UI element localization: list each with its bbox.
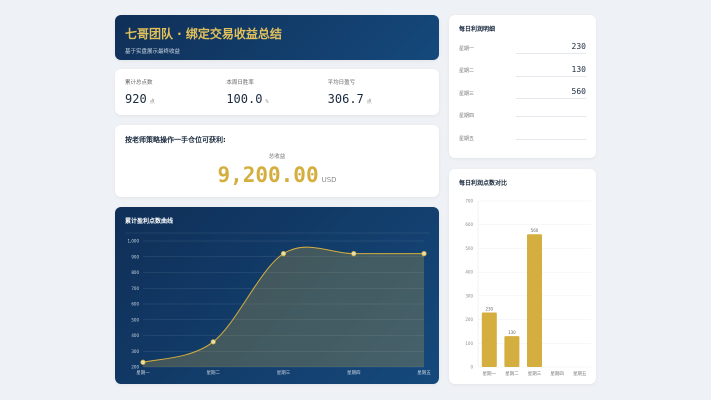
y-tick-label: 300 bbox=[465, 293, 473, 298]
stat-label: 本周日胜率 bbox=[226, 80, 254, 86]
y-tick-label: 400 bbox=[131, 333, 139, 338]
data-point bbox=[210, 339, 216, 345]
bar bbox=[481, 312, 497, 367]
data-label: 230 bbox=[485, 306, 493, 311]
daily-value bbox=[516, 137, 586, 140]
x-tick-label: 星期五 bbox=[573, 371, 587, 377]
y-tick-label: 1,000 bbox=[128, 239, 140, 244]
x-tick-label: 星期四 bbox=[550, 371, 564, 377]
x-tick-label: 星期二 bbox=[505, 371, 519, 377]
total-profit-card: 按老师策略操作一手仓位可获利: 总收益 9,200.00 USD bbox=[115, 125, 439, 197]
y-tick-label: 200 bbox=[131, 365, 139, 370]
header-banner: 七哥团队 · 绑定交易收益总结 基于实盘展示最终收益 bbox=[115, 15, 439, 60]
y-tick-label: 700 bbox=[465, 199, 473, 204]
daily-value: 130 bbox=[516, 65, 586, 77]
bar bbox=[527, 234, 542, 367]
page-subtitle: 基于实盘展示最终收益 bbox=[125, 49, 181, 55]
daily-day: 星期五 bbox=[459, 135, 475, 142]
y-tick-label: 100 bbox=[465, 341, 473, 346]
y-tick-label: 800 bbox=[131, 270, 139, 275]
x-tick-label: 星期五 bbox=[417, 370, 431, 376]
stat-label: 累计总点数 bbox=[125, 80, 153, 86]
daily-value: 560 bbox=[516, 87, 586, 100]
stat-avg-daily: 平均日盈亏 306.7 点 bbox=[328, 78, 429, 106]
stat-win-rate: 本周日胜率 100.0% bbox=[226, 78, 327, 106]
y-tick-label: 500 bbox=[131, 317, 139, 322]
line-chart: 200 300 400 500 600 700 800 900 1,000 星期一 星期二 星期三 星期… bbox=[125, 232, 431, 376]
bar-chart-card: 每日利润点数对比 0 100 200 300 400 500 600 700 星期一 230 星期二… bbox=[449, 169, 596, 384]
stat-unit: 点 bbox=[149, 99, 155, 105]
total-unit: USD bbox=[321, 176, 337, 184]
daily-day: 星期四 bbox=[459, 113, 475, 120]
data-label: 560 bbox=[531, 228, 539, 233]
daily-row: 星期二 130 bbox=[459, 60, 586, 83]
total-value: 9,200.00 bbox=[217, 163, 319, 187]
daily-day: 星期三 bbox=[459, 90, 475, 97]
bar bbox=[504, 336, 520, 367]
stat-value: 100.0 bbox=[226, 92, 263, 106]
daily-row: 星期四 bbox=[459, 105, 586, 128]
stat-label: 平均日盈亏 bbox=[327, 80, 356, 86]
y-tick-label: 600 bbox=[131, 302, 139, 307]
data-point bbox=[280, 250, 287, 257]
daily-row: 星期三 560 bbox=[459, 82, 586, 105]
bar-chart: 0 100 200 300 400 500 600 700 星期一 230 星期二 130 星期三 560… bbox=[465, 199, 591, 377]
line-chart-card: 累计盈利点数曲线 200 300 400 500 600 700 800 900 1,000 星期… bbox=[115, 207, 439, 384]
daily-title: 每日利润明细 bbox=[459, 26, 496, 33]
x-tick-label: 星期一 bbox=[483, 371, 497, 377]
x-tick-label: 星期二 bbox=[207, 370, 221, 376]
daily-day: 星期一 bbox=[459, 45, 475, 52]
x-tick-label: 星期三 bbox=[528, 371, 542, 377]
stat-unit: % bbox=[265, 99, 269, 105]
stat-value: 306.7 bbox=[327, 92, 364, 106]
y-tick-label: 700 bbox=[131, 286, 139, 291]
total-label: 总收益 bbox=[268, 154, 286, 160]
daily-value: 230 bbox=[516, 42, 586, 55]
data-point bbox=[140, 359, 146, 365]
y-tick-label: 900 bbox=[131, 254, 139, 259]
daily-day: 星期二 bbox=[459, 68, 475, 75]
x-tick-label: 星期四 bbox=[347, 370, 361, 376]
data-label: 130 bbox=[508, 330, 516, 335]
y-tick-label: 0 bbox=[470, 365, 473, 370]
daily-row: 星期五 bbox=[459, 127, 586, 150]
total-heading: 按老师策略操作一手仓位可获利: bbox=[125, 136, 226, 144]
y-tick-label: 300 bbox=[131, 349, 139, 354]
y-tick-label: 200 bbox=[465, 317, 473, 322]
x-tick-label: 星期三 bbox=[277, 370, 291, 376]
daily-value bbox=[516, 114, 586, 118]
daily-row: 星期一 230 bbox=[459, 37, 586, 60]
y-tick-label: 600 bbox=[465, 222, 473, 227]
x-tick-label: 星期一 bbox=[136, 370, 150, 376]
stat-value: 920 bbox=[125, 92, 147, 106]
page-title: 七哥团队 · 绑定交易收益总结 bbox=[125, 27, 282, 41]
area-fill bbox=[143, 247, 424, 367]
daily-profit-card: 每日利润明细 星期一 230 星期二 130 星期三 560 星期四星期五 bbox=[449, 15, 596, 158]
y-tick-label: 400 bbox=[465, 270, 473, 275]
y-tick-label: 500 bbox=[465, 246, 473, 251]
stats-card: 累计总点数 920 点 本周日胜率 100.0% 平均日盈亏 306.7 点 bbox=[115, 69, 439, 115]
data-point bbox=[351, 250, 357, 257]
stat-unit: 点 bbox=[366, 99, 372, 105]
stat-total-points: 累计总点数 920 点 bbox=[125, 78, 226, 106]
data-point bbox=[421, 250, 427, 257]
